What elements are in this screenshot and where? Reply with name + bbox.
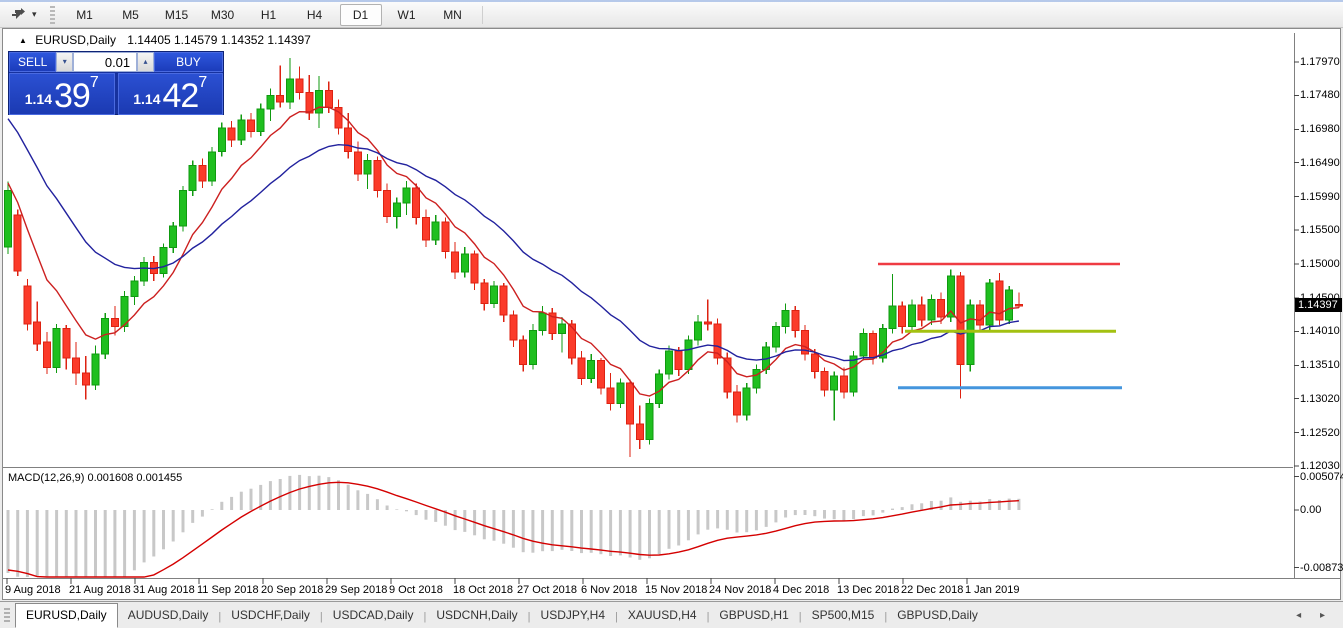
- price-axis-label: 1.15500: [1300, 224, 1343, 236]
- chart-tab-usdcnh[interactable]: USDCNH,Daily: [426, 604, 527, 627]
- macd-axis-label: 0.00: [1300, 504, 1343, 516]
- price-axis-label: 1.13510: [1300, 359, 1343, 371]
- price-axis-label: 1.17480: [1300, 89, 1343, 101]
- chart-tab-gbpusd[interactable]: GBPUSD,Daily: [887, 604, 988, 627]
- date-axis-label: 4 Dec 2018: [773, 584, 829, 596]
- chart-tab-audusd[interactable]: AUDUSD,Daily: [118, 604, 219, 627]
- price-axis-label: 1.15000: [1300, 258, 1343, 270]
- price-axis-label: 1.13020: [1300, 393, 1343, 405]
- chart-arrows-icon: [10, 7, 27, 22]
- chart-tab-bar: EURUSD,DailyAUDUSD,Daily|USDCHF,Daily|US…: [0, 601, 1343, 627]
- date-axis-label: 13 Dec 2018: [837, 584, 899, 596]
- chart-tab-xauusd[interactable]: XAUUSD,H4: [618, 604, 707, 627]
- date-axis-label: 1 Jan 2019: [965, 584, 1019, 596]
- macd-axis-label: 0.005074: [1300, 471, 1343, 483]
- chart-tab-usdcad[interactable]: USDCAD,Daily: [323, 604, 424, 627]
- chart-title: ▲ EURUSD,Daily 1.14405 1.14579 1.14352 1…: [19, 33, 311, 47]
- price-axis-label: 1.12520: [1300, 427, 1343, 439]
- macd-indicator-label: MACD(12,26,9) 0.001608 0.001455: [8, 472, 182, 484]
- timeframe-button-mn[interactable]: MN: [432, 4, 474, 26]
- chart-symbol-label: EURUSD,Daily: [35, 33, 116, 47]
- sell-price-display[interactable]: 1.14 39 7: [9, 73, 115, 115]
- date-axis-label: 22 Dec 2018: [901, 584, 963, 596]
- chart-tools-button[interactable]: ▾: [0, 7, 43, 22]
- volume-input[interactable]: [73, 52, 137, 72]
- price-axis-label: 1.17970: [1300, 56, 1343, 68]
- current-price-badge: 1.14397: [1295, 298, 1342, 312]
- price-axis-label: 1.15990: [1300, 191, 1343, 203]
- price-axis-label: 1.14010: [1300, 325, 1343, 337]
- chart-tab-eurusd[interactable]: EURUSD,Daily: [15, 603, 118, 628]
- collapse-triangle-icon[interactable]: ▲: [19, 36, 27, 45]
- timeframe-button-m1[interactable]: M1: [64, 4, 106, 26]
- volume-decrease-button[interactable]: ▾: [56, 52, 73, 72]
- timeframe-toolbar: ▾ M1M5M15M30H1H4D1W1MN: [0, 0, 1343, 28]
- timeframe-button-m30[interactable]: M30: [202, 4, 244, 26]
- date-axis-label: 29 Sep 2018: [325, 584, 387, 596]
- date-axis-label: 18 Oct 2018: [453, 584, 513, 596]
- date-axis-label: 15 Nov 2018: [645, 584, 707, 596]
- date-axis-label: 21 Aug 2018: [69, 584, 131, 596]
- date-axis-label: 9 Oct 2018: [389, 584, 443, 596]
- chart-tab-usdjpy[interactable]: USDJPY,H4: [531, 604, 615, 627]
- buy-price-pip: 7: [198, 76, 207, 90]
- sell-button[interactable]: SELL: [9, 52, 56, 72]
- date-axis-label: 27 Oct 2018: [517, 584, 577, 596]
- one-click-trading-panel: SELL ▾ ▴ BUY 1.14 39 7 1.14 42 7: [8, 51, 224, 115]
- volume-increase-button[interactable]: ▴: [137, 52, 154, 72]
- timeframe-button-h1[interactable]: H1: [248, 4, 290, 26]
- timeframe-button-m15[interactable]: M15: [156, 4, 198, 26]
- sell-price-prefix: 1.14: [25, 86, 52, 112]
- buy-price-display[interactable]: 1.14 42 7: [118, 73, 224, 115]
- timeframe-button-w1[interactable]: W1: [386, 4, 428, 26]
- chart-ohlc-values: 1.14405 1.14579 1.14352 1.14397: [127, 33, 311, 47]
- date-axis-label: 11 Sep 2018: [197, 584, 259, 596]
- toolbar-separator: [482, 6, 483, 24]
- date-axis-label: 31 Aug 2018: [133, 584, 195, 596]
- timeframe-button-m5[interactable]: M5: [110, 4, 152, 26]
- macd-axis-label: -0.00873: [1300, 562, 1343, 574]
- chart-tab-usdchf[interactable]: USDCHF,Daily: [221, 604, 320, 627]
- chevron-down-icon[interactable]: ▾: [32, 9, 37, 20]
- toolbar-grip[interactable]: [50, 6, 55, 24]
- sell-price-digits: 39: [54, 80, 90, 112]
- price-axis-label: 1.16490: [1300, 157, 1343, 169]
- date-axis-label: 24 Nov 2018: [709, 584, 771, 596]
- tab-scroll-arrows[interactable]: ◂ ▸: [1296, 610, 1343, 627]
- chart-tab-sp500[interactable]: SP500,M15: [802, 604, 885, 627]
- buy-button[interactable]: BUY: [154, 52, 223, 72]
- date-axis-label: 9 Aug 2018: [5, 584, 61, 596]
- date-axis-label: 20 Sep 2018: [261, 584, 323, 596]
- date-axis-label: 6 Nov 2018: [581, 584, 637, 596]
- tabbar-grip[interactable]: [4, 608, 10, 624]
- sell-price-pip: 7: [90, 76, 99, 90]
- chart-tab-gbpusd[interactable]: GBPUSD,H1: [709, 604, 798, 627]
- price-axis-label: 1.16980: [1300, 123, 1343, 135]
- buy-price-prefix: 1.14: [133, 86, 160, 112]
- buy-price-digits: 42: [163, 80, 199, 112]
- timeframe-button-h4[interactable]: H4: [294, 4, 336, 26]
- timeframe-button-d1[interactable]: D1: [340, 4, 382, 26]
